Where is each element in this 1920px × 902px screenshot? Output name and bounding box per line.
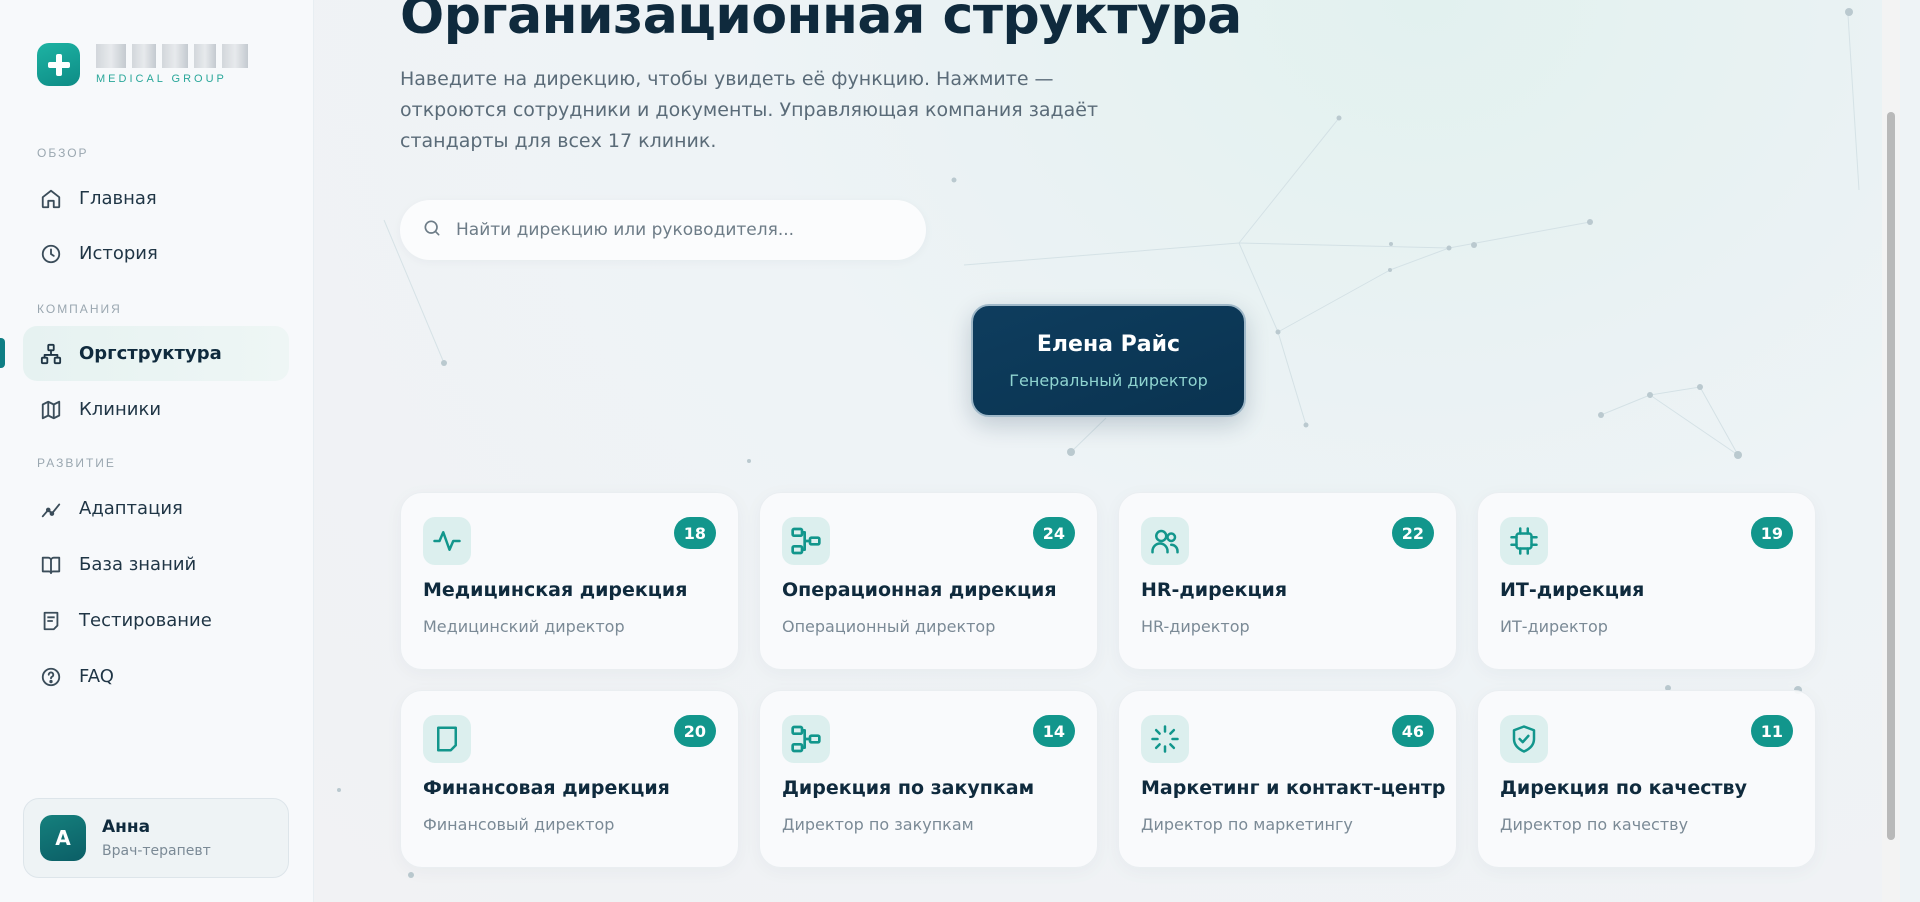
shield-check-icon: [1500, 715, 1548, 763]
home-icon: [39, 187, 63, 211]
directorate-name: Финансовая дирекция: [423, 777, 670, 799]
nav-section-overview: ОБЗОР: [37, 146, 89, 160]
staff-count-badge: 11: [1750, 715, 1793, 747]
director-role: HR-директор: [1141, 617, 1250, 636]
nav-item-label: Клиники: [79, 399, 162, 420]
director-role: Медицинский директор: [423, 617, 625, 636]
ceo-card[interactable]: Елена Райс Генеральный директор: [971, 304, 1246, 417]
org-icon: [39, 342, 63, 366]
directorate-name: ИТ-дирекция: [1500, 579, 1645, 601]
ceo-title: Генеральный директор: [1009, 370, 1208, 390]
user-name: Анна: [102, 817, 151, 837]
users-icon: [1141, 517, 1189, 565]
nav-item-label: История: [79, 243, 158, 264]
brand-logo[interactable]: MEDICAL GROUP: [37, 43, 248, 86]
clock-icon: [39, 242, 63, 266]
nav-item-org-structure[interactable]: Оргструктура: [23, 326, 289, 381]
brand-subtitle: MEDICAL GROUP: [96, 73, 227, 85]
avatar: А: [40, 815, 86, 861]
nav-item-label: Адаптация: [79, 498, 183, 519]
nav-item-testing[interactable]: Тестирование: [23, 593, 289, 648]
main-content: Организационная структура Наведите на ди…: [314, 0, 1900, 902]
nav-item-clinics[interactable]: Клиники: [23, 382, 289, 437]
test-icon: [39, 609, 63, 633]
search-icon: [422, 218, 442, 242]
staff-count-badge: 18: [673, 517, 716, 549]
director-role: Директор по маркетингу: [1141, 815, 1353, 834]
nav-item-label: Главная: [79, 188, 157, 209]
workflow-icon: [782, 715, 830, 763]
ceo-name: Елена Райс: [1036, 331, 1181, 357]
staff-count-badge: 20: [673, 715, 716, 747]
directorate-name: Операционная дирекция: [782, 579, 1057, 601]
book-icon: [39, 553, 63, 577]
active-indicator: [0, 338, 5, 368]
sidebar: MEDICAL GROUP ОБЗОР Главная История КОМП…: [0, 0, 314, 902]
user-role: Врач-терапевт: [102, 843, 211, 859]
nav-item-label: Тестирование: [79, 610, 212, 631]
director-role: Операционный директор: [782, 617, 996, 636]
director-role: ИТ-директор: [1500, 617, 1608, 636]
directorate-name: HR-дирекция: [1141, 579, 1288, 601]
help-icon: [39, 665, 63, 689]
nav-item-label: База знаний: [79, 554, 197, 575]
brand-name-blurred: [96, 44, 248, 68]
directorate-card-operations[interactable]: 24 Операционная дирекция Операционный ди…: [759, 492, 1098, 670]
directorate-card-medical[interactable]: 18 Медицинская дирекция Медицинский дире…: [400, 492, 739, 670]
staff-count-badge: 24: [1032, 517, 1075, 549]
nav-section-development: РАЗВИТИЕ: [37, 456, 116, 470]
directorate-name: Медицинская дирекция: [423, 579, 688, 601]
staff-count-badge: 46: [1391, 715, 1434, 747]
staff-count-badge: 19: [1750, 517, 1793, 549]
nav-item-label: FAQ: [79, 666, 114, 687]
nav-item-knowledge-base[interactable]: База знаний: [23, 537, 289, 592]
nav-item-faq[interactable]: FAQ: [23, 649, 289, 704]
document-icon: [423, 715, 471, 763]
directorate-card-it[interactable]: 19 ИТ-дирекция ИТ-директор: [1477, 492, 1816, 670]
directorate-card-finance[interactable]: 20 Финансовая дирекция Финансовый директ…: [400, 690, 739, 868]
scrollbar-thumb[interactable]: [1887, 112, 1895, 840]
director-role: Директор по качеству: [1500, 815, 1689, 834]
directorate-name: Дирекция по качеству: [1500, 777, 1747, 799]
nav-section-company: КОМПАНИЯ: [37, 302, 122, 316]
scrollbar[interactable]: [1882, 0, 1900, 902]
directorate-card-hr[interactable]: 22 HR-дирекция HR-директор: [1118, 492, 1457, 670]
workflow-icon: [782, 517, 830, 565]
directorate-name: Маркетинг и контакт-центр: [1141, 777, 1446, 799]
director-role: Директор по закупкам: [782, 815, 974, 834]
nav-item-home[interactable]: Главная: [23, 171, 289, 226]
user-card[interactable]: А Анна Врач-терапевт: [23, 798, 289, 878]
staff-count-badge: 22: [1391, 517, 1434, 549]
directorate-card-quality[interactable]: 11 Дирекция по качеству Директор по каче…: [1477, 690, 1816, 868]
director-role: Финансовый директор: [423, 815, 615, 834]
loader-icon: [1141, 715, 1189, 763]
search-input[interactable]: [456, 220, 916, 240]
brand-name: MEDICAL GROUP: [96, 43, 248, 86]
map-icon: [39, 398, 63, 422]
nav-item-history[interactable]: История: [23, 226, 289, 281]
directorate-card-marketing[interactable]: 46 Маркетинг и контакт-центр Директор по…: [1118, 690, 1457, 868]
directorate-name: Дирекция по закупкам: [782, 777, 1035, 799]
nav-item-label: Оргструктура: [79, 343, 222, 364]
directorate-card-procurement[interactable]: 14 Дирекция по закупкам Директор по заку…: [759, 690, 1098, 868]
chip-icon: [1500, 517, 1548, 565]
medical-cross-icon: [37, 43, 80, 86]
page-description: Наведите на дирекцию, чтобы увидеть её ф…: [400, 68, 1099, 152]
page-title: Организационная структура: [400, 0, 1242, 46]
search-box[interactable]: [400, 200, 926, 260]
nav-item-adaptation[interactable]: Адаптация: [23, 481, 289, 536]
pulse-icon: [423, 517, 471, 565]
trend-icon: [39, 497, 63, 521]
staff-count-badge: 14: [1032, 715, 1075, 747]
